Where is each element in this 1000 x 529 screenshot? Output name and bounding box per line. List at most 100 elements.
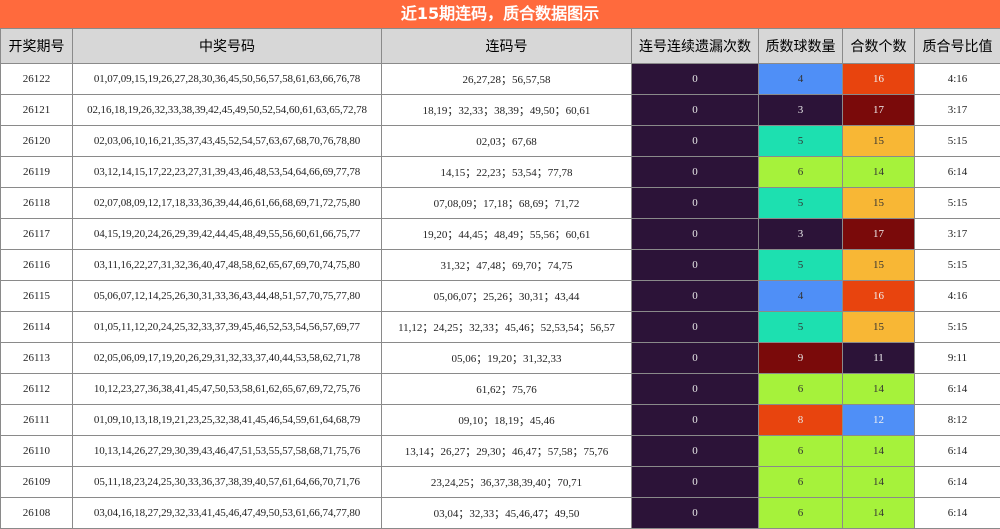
cell-ratio: 6:14: [915, 467, 1000, 498]
cell-numbers: 05,06,07,12,14,25,26,30,31,33,36,43,44,4…: [73, 281, 382, 312]
page-title: 近15期连码，质合数据图示: [0, 0, 1000, 28]
cell-ratio: 3:17: [915, 95, 1000, 126]
table-row: 2612201,07,09,15,19,26,27,28,30,36,45,50…: [1, 64, 1000, 95]
header-prime-count: 质数球数量: [759, 29, 843, 64]
cell-consecutive: 14,15；22,23；53,54；77,78: [382, 157, 632, 188]
cell-consecutive: 05,06,07；25,26；30,31；43,44: [382, 281, 632, 312]
cell-miss: 0: [632, 312, 759, 343]
table-row: 2611903,12,14,15,17,22,23,27,31,39,43,46…: [1, 157, 1000, 188]
cell-ratio: 5:15: [915, 188, 1000, 219]
cell-issue: 26116: [1, 250, 73, 281]
cell-consecutive: 05,06；19,20；31,32,33: [382, 343, 632, 374]
cell-issue: 26119: [1, 157, 73, 188]
header-issue: 开奖期号: [1, 29, 73, 64]
cell-consecutive: 26,27,28；56,57,58: [382, 64, 632, 95]
cell-ratio: 6:14: [915, 157, 1000, 188]
cell-ratio: 6:14: [915, 374, 1000, 405]
cell-miss: 0: [632, 250, 759, 281]
cell-miss: 0: [632, 126, 759, 157]
cell-miss: 0: [632, 436, 759, 467]
table-row: 2612002,03,06,10,16,21,35,37,43,45,52,54…: [1, 126, 1000, 157]
cell-issue: 26120: [1, 126, 73, 157]
cell-consecutive: 11,12；24,25；32,33；45,46；52,53,54；56,57: [382, 312, 632, 343]
cell-miss: 0: [632, 405, 759, 436]
cell-numbers: 01,07,09,15,19,26,27,28,30,36,45,50,56,5…: [73, 64, 382, 95]
cell-miss: 0: [632, 95, 759, 126]
lottery-stats-page: 近15期连码，质合数据图示 开奖期号 中奖号码 连码号 连号连续遗漏次数 质数球…: [0, 0, 1000, 528]
cell-ratio: 5:15: [915, 126, 1000, 157]
cell-consecutive: 09,10；18,19；45,46: [382, 405, 632, 436]
cell-composite: 14: [843, 498, 915, 529]
cell-miss: 0: [632, 374, 759, 405]
cell-composite: 11: [843, 343, 915, 374]
cell-numbers: 02,03,06,10,16,21,35,37,43,45,52,54,57,6…: [73, 126, 382, 157]
cell-composite: 17: [843, 219, 915, 250]
cell-issue: 26113: [1, 343, 73, 374]
cell-issue: 26108: [1, 498, 73, 529]
cell-ratio: 4:16: [915, 281, 1000, 312]
cell-ratio: 8:12: [915, 405, 1000, 436]
cell-composite: 15: [843, 250, 915, 281]
cell-prime: 5: [759, 188, 843, 219]
cell-numbers: 02,07,08,09,12,17,18,33,36,39,44,46,61,6…: [73, 188, 382, 219]
cell-consecutive: 13,14；26,27；29,30；46,47；57,58；75,76: [382, 436, 632, 467]
table-row: 2611010,13,14,26,27,29,30,39,43,46,47,51…: [1, 436, 1000, 467]
cell-consecutive: 23,24,25；36,37,38,39,40；70,71: [382, 467, 632, 498]
cell-miss: 0: [632, 219, 759, 250]
cell-prime: 3: [759, 95, 843, 126]
cell-prime: 9: [759, 343, 843, 374]
cell-issue: 26109: [1, 467, 73, 498]
header-numbers: 中奖号码: [73, 29, 382, 64]
cell-numbers: 02,16,18,19,26,32,33,38,39,42,45,49,50,5…: [73, 95, 382, 126]
cell-composite: 14: [843, 374, 915, 405]
cell-composite: 16: [843, 64, 915, 95]
cell-numbers: 01,05,11,12,20,24,25,32,33,37,39,45,46,5…: [73, 312, 382, 343]
cell-miss: 0: [632, 157, 759, 188]
cell-numbers: 03,12,14,15,17,22,23,27,31,39,43,46,48,5…: [73, 157, 382, 188]
cell-prime: 5: [759, 312, 843, 343]
cell-miss: 0: [632, 467, 759, 498]
cell-consecutive: 02,03；67,68: [382, 126, 632, 157]
cell-consecutive: 03,04；32,33；45,46,47；49,50: [382, 498, 632, 529]
cell-composite: 15: [843, 188, 915, 219]
cell-composite: 16: [843, 281, 915, 312]
cell-ratio: 3:17: [915, 219, 1000, 250]
cell-prime: 4: [759, 64, 843, 95]
cell-consecutive: 61,62；75,76: [382, 374, 632, 405]
cell-miss: 0: [632, 498, 759, 529]
cell-consecutive: 31,32；47,48；69,70；74,75: [382, 250, 632, 281]
cell-composite: 15: [843, 312, 915, 343]
table-row: 2611603,11,16,22,27,31,32,36,40,47,48,58…: [1, 250, 1000, 281]
cell-numbers: 10,12,23,27,36,38,41,45,47,50,53,58,61,6…: [73, 374, 382, 405]
cell-ratio: 6:14: [915, 498, 1000, 529]
table-row: 2611302,05,06,09,17,19,20,26,29,31,32,33…: [1, 343, 1000, 374]
cell-consecutive: 19,20；44,45；48,49；55,56；60,61: [382, 219, 632, 250]
cell-composite: 15: [843, 126, 915, 157]
table-row: 2611704,15,19,20,24,26,29,39,42,44,45,48…: [1, 219, 1000, 250]
table-row: 2611505,06,07,12,14,25,26,30,31,33,36,43…: [1, 281, 1000, 312]
table-row: 2611401,05,11,12,20,24,25,32,33,37,39,45…: [1, 312, 1000, 343]
table-header-row: 开奖期号 中奖号码 连码号 连号连续遗漏次数 质数球数量 合数个数 质合号比值: [1, 29, 1000, 64]
cell-ratio: 9:11: [915, 343, 1000, 374]
cell-prime: 5: [759, 250, 843, 281]
cell-issue: 26114: [1, 312, 73, 343]
cell-miss: 0: [632, 64, 759, 95]
cell-prime: 6: [759, 436, 843, 467]
cell-composite: 14: [843, 436, 915, 467]
header-ratio: 质合号比值: [915, 29, 1000, 64]
cell-prime: 4: [759, 281, 843, 312]
table-row: 2610905,11,18,23,24,25,30,33,36,37,38,39…: [1, 467, 1000, 498]
header-consecutive: 连码号: [382, 29, 632, 64]
cell-ratio: 5:15: [915, 250, 1000, 281]
cell-miss: 0: [632, 343, 759, 374]
cell-issue: 26118: [1, 188, 73, 219]
cell-numbers: 10,13,14,26,27,29,30,39,43,46,47,51,53,5…: [73, 436, 382, 467]
table-body: 2612201,07,09,15,19,26,27,28,30,36,45,50…: [1, 64, 1000, 529]
cell-ratio: 5:15: [915, 312, 1000, 343]
table-row: 2611802,07,08,09,12,17,18,33,36,39,44,46…: [1, 188, 1000, 219]
cell-prime: 6: [759, 157, 843, 188]
cell-consecutive: 18,19；32,33；38,39；49,50；60,61: [382, 95, 632, 126]
header-composite-count: 合数个数: [843, 29, 915, 64]
table-row: 2611210,12,23,27,36,38,41,45,47,50,53,58…: [1, 374, 1000, 405]
cell-composite: 12: [843, 405, 915, 436]
